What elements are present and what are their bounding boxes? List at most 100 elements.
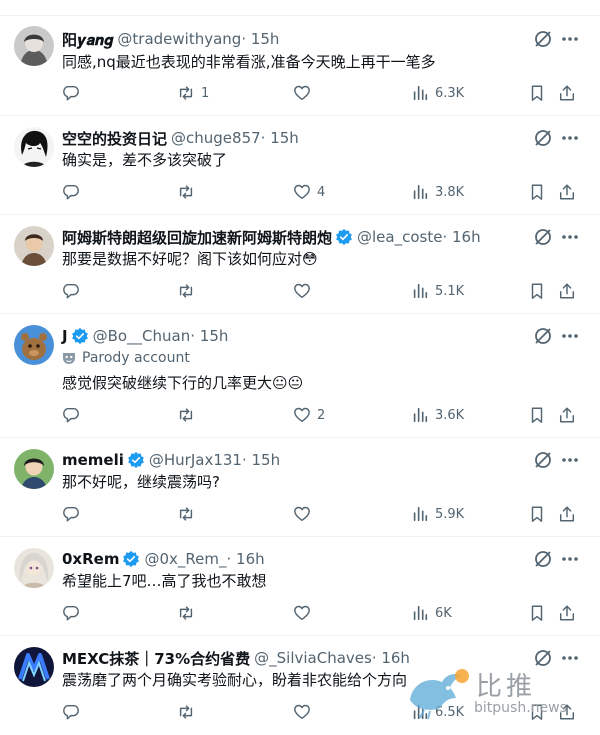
reply-button[interactable]	[62, 83, 86, 103]
share-button[interactable]	[558, 83, 576, 103]
share-button[interactable]	[558, 504, 576, 524]
user-handle[interactable]: @lea_coste	[357, 228, 442, 246]
like-button[interactable]	[293, 603, 317, 623]
timestamp[interactable]: · 15h	[190, 327, 228, 345]
more-icon[interactable]	[560, 326, 580, 346]
timestamp[interactable]: · 15h	[261, 129, 299, 147]
share-button[interactable]	[558, 182, 576, 202]
watermark-brand: 比推	[476, 672, 537, 702]
grok-icon[interactable]	[533, 549, 553, 569]
views-button[interactable]: 6K	[411, 603, 452, 623]
display-name[interactable]: 阿姆斯特朗超级回旋加速新阿姆斯特朗炮	[62, 227, 332, 248]
tweet-2[interactable]: 阿姆斯特朗超级回旋加速新阿姆斯特朗炮 @lea_coste · 16h 那要是数…	[0, 214, 600, 313]
like-button[interactable]: 2	[293, 405, 325, 425]
bookmark-icon	[531, 184, 543, 200]
views-button[interactable]: 3.8K	[411, 182, 464, 202]
bookmark-button[interactable]	[528, 182, 546, 202]
bookmark-button[interactable]	[528, 603, 546, 623]
watermark-site: bitpush.news	[474, 700, 567, 716]
timestamp[interactable]: · 16h	[226, 550, 264, 568]
retweet-icon	[179, 284, 193, 298]
views-button[interactable]: 5.1K	[411, 281, 464, 301]
share-button[interactable]	[558, 281, 576, 301]
more-icon[interactable]	[560, 549, 580, 569]
share-button[interactable]	[558, 603, 576, 623]
tweet-text: 感觉假突破继续下行的几率更大😐😐	[62, 374, 304, 392]
tweet-1[interactable]: 空空的投资日记 @chuge857 · 15h 确实是，差不多该突破了 4 3.…	[0, 115, 600, 214]
user-handle[interactable]: @0x_Rem_	[144, 550, 226, 568]
views-button[interactable]: 5.9K	[411, 504, 464, 524]
display-name[interactable]: MEXC抹茶｜73%合约省费	[62, 648, 250, 669]
avatar[interactable]	[14, 127, 54, 167]
display-name[interactable]: 阳𝒚𝒂𝒏𝒈	[62, 29, 113, 50]
grok-icon[interactable]	[533, 227, 553, 247]
tweet-0[interactable]: 阳𝒚𝒂𝒏𝒈 @tradewithyang · 15h 同感,nq最近也表现的非常…	[0, 15, 600, 115]
views-button[interactable]: 6.3K	[411, 83, 464, 103]
like-button[interactable]: 4	[293, 182, 325, 202]
share-icon	[559, 506, 575, 522]
user-handle[interactable]: @Bo__Chuan	[93, 327, 191, 345]
action-bar: 2 3.6K	[62, 405, 592, 425]
reply-button[interactable]	[62, 182, 86, 202]
avatar[interactable]	[14, 325, 54, 365]
more-icon[interactable]	[560, 29, 580, 49]
avatar[interactable]	[14, 26, 54, 66]
display-name[interactable]: 0xRem	[62, 550, 119, 568]
reply-button[interactable]	[62, 504, 86, 524]
reply-button[interactable]	[62, 702, 86, 722]
display-name[interactable]: 空空的投资日记	[62, 128, 167, 149]
reply-icon	[63, 407, 79, 423]
retweet-count: 1	[201, 85, 210, 101]
more-icon[interactable]	[560, 227, 580, 247]
user-handle[interactable]: @chuge857	[171, 129, 261, 147]
reply-icon	[63, 85, 79, 101]
reply-button[interactable]	[62, 405, 86, 425]
display-name[interactable]: memeli	[62, 451, 124, 469]
bookmark-button[interactable]	[528, 83, 546, 103]
retweet-button[interactable]	[177, 702, 201, 722]
share-button[interactable]	[558, 405, 576, 425]
display-name[interactable]: J	[62, 327, 68, 345]
retweet-button[interactable]	[177, 281, 201, 301]
reply-button[interactable]	[62, 281, 86, 301]
grok-icon[interactable]	[533, 128, 553, 148]
timestamp[interactable]: · 16h	[442, 228, 480, 246]
avatar[interactable]	[14, 226, 54, 266]
tweet-3[interactable]: J @Bo__Chuan · 15h Parody account 感觉假突破继…	[0, 313, 600, 437]
grok-icon[interactable]	[533, 326, 553, 346]
tweet-4[interactable]: memeli @HurJax131 · 15h 那不好呢，继续震荡吗? 5.9K	[0, 437, 600, 536]
views-count: 5.1K	[435, 283, 465, 299]
more-icon[interactable]	[560, 128, 580, 148]
bookmark-button[interactable]	[528, 281, 546, 301]
grok-icon[interactable]	[533, 450, 553, 470]
parody-mask-icon	[63, 353, 75, 364]
reply-button[interactable]	[62, 603, 86, 623]
tweet-5[interactable]: 0xRem @0x_Rem_ · 16h 希望能上7吧…高了我也不敢想 6K	[0, 536, 600, 635]
bookmark-button[interactable]	[528, 504, 546, 524]
like-button[interactable]	[293, 504, 317, 524]
user-handle[interactable]: @HurJax131	[149, 451, 242, 469]
reply-icon	[63, 605, 79, 621]
user-handle[interactable]: @tradewithyang	[117, 30, 241, 48]
retweet-button[interactable]: 1	[177, 83, 209, 103]
grok-icon[interactable]	[533, 29, 553, 49]
like-button[interactable]	[293, 702, 317, 722]
like-button[interactable]	[293, 281, 317, 301]
like-button[interactable]	[293, 83, 317, 103]
avatar[interactable]	[14, 548, 54, 588]
timestamp[interactable]: · 15h	[242, 451, 280, 469]
avatar[interactable]	[14, 647, 54, 687]
retweet-button[interactable]	[177, 504, 201, 524]
timestamp[interactable]: · 15h	[241, 30, 279, 48]
bookmark-button[interactable]	[528, 405, 546, 425]
views-button[interactable]: 3.6K	[411, 405, 464, 425]
more-icon[interactable]	[560, 450, 580, 470]
retweet-icon	[179, 185, 193, 199]
retweet-button[interactable]	[177, 603, 201, 623]
retweet-button[interactable]	[177, 182, 201, 202]
retweet-button[interactable]	[177, 405, 201, 425]
avatar[interactable]	[14, 449, 54, 489]
heart-icon	[294, 407, 310, 423]
user-handle[interactable]: @_SilviaChaves	[254, 649, 372, 667]
retweet-icon	[179, 507, 193, 521]
